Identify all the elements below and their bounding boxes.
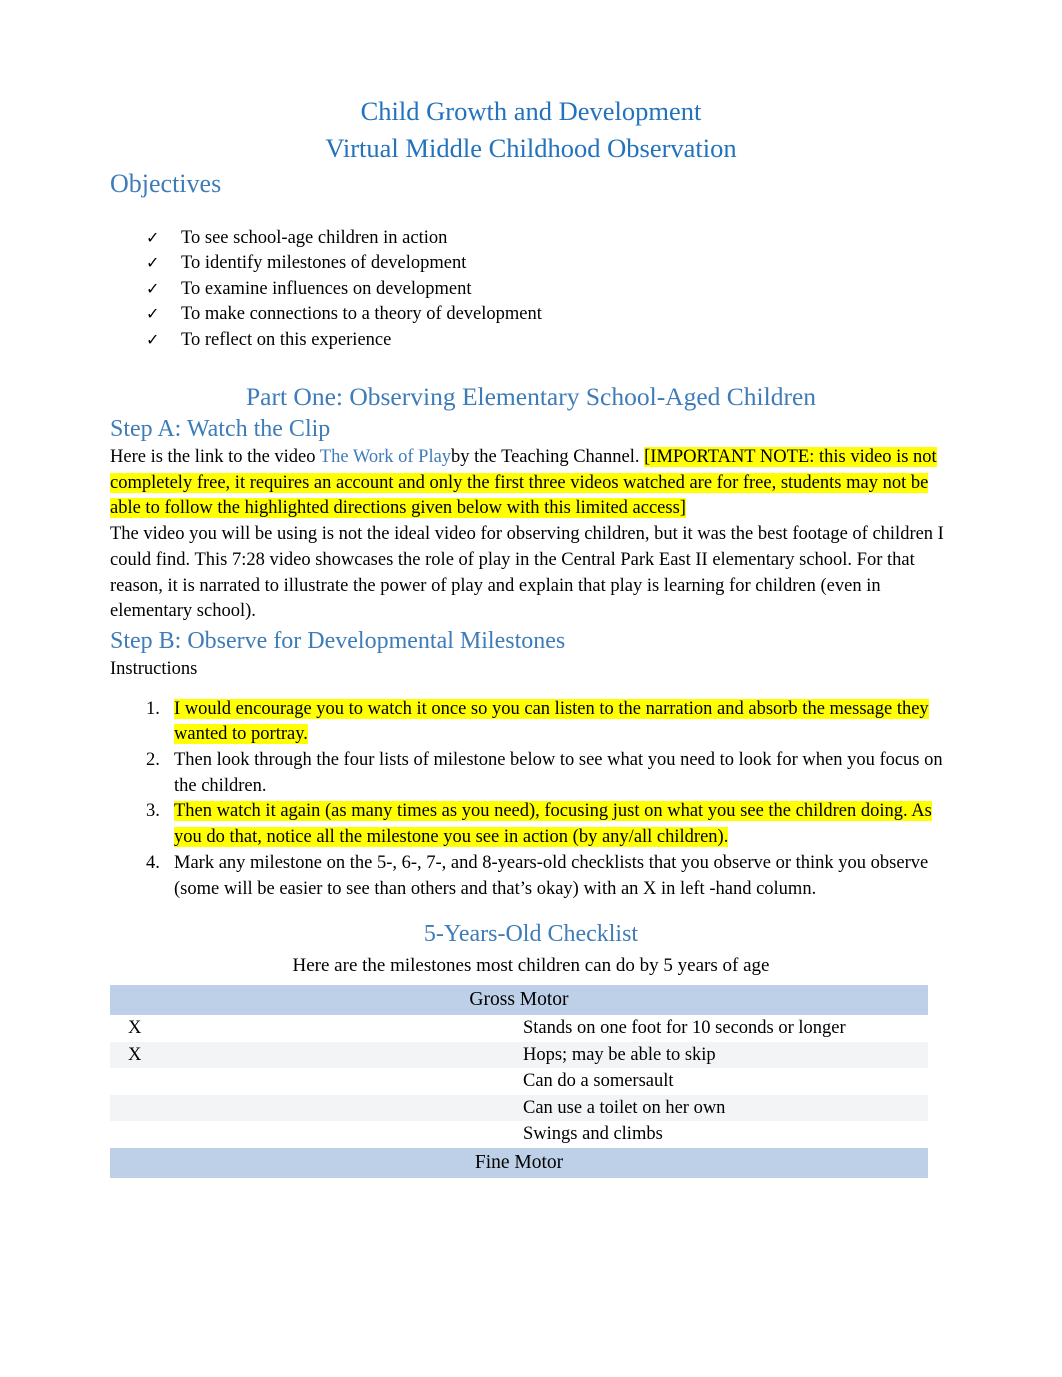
step-a-video-paragraph: The video you will be using is not the i… <box>110 524 944 622</box>
mark-cell[interactable] <box>110 1094 519 1122</box>
objective-text: To make connections to a theory of devel… <box>181 304 542 325</box>
instruction-text: Then look through the four lists of mile… <box>174 750 943 796</box>
milestone-checklist-table: Gross Motor X Stands on one foot for 10 … <box>110 985 928 1178</box>
table-row[interactable]: Can use a toilet on her own <box>110 1094 928 1122</box>
list-item: ✓ To see school-age children in action <box>110 226 952 251</box>
objective-text: To examine influences on development <box>181 278 472 299</box>
instruction-text: I would encourage you to watch it once s… <box>174 698 929 745</box>
step-a-link-paragraph: Here is the link to the video The Work o… <box>110 445 952 522</box>
list-item: I would encourage you to watch it once s… <box>110 697 952 748</box>
checklist-subtitle: Here are the milestones most children ca… <box>292 955 770 977</box>
step-a-heading: Step A: Watch the Clip <box>110 416 331 443</box>
instruction-text: Then watch it again (as many times as yo… <box>174 801 932 848</box>
description-cell: Swings and climbs <box>519 1121 928 1148</box>
objective-text: To identify milestones of development <box>181 253 467 274</box>
category-label: Fine Motor <box>110 1147 928 1178</box>
list-item: Then watch it again (as many times as yo… <box>110 799 952 850</box>
instruction-text: Mark any milestone on the 5-, 6-, 7-, an… <box>174 852 929 899</box>
mark-cell[interactable]: X <box>110 1015 519 1042</box>
instructions-list: I would encourage you to watch it once s… <box>110 697 952 903</box>
table-row[interactable]: Can do a somersault <box>110 1068 928 1095</box>
step-b-heading: Step B: Observe for Developmental Milest… <box>110 627 566 654</box>
list-item: ✓ To identify milestones of development <box>110 251 952 276</box>
check-icon: ✓ <box>146 331 160 349</box>
mark-cell[interactable] <box>110 1068 519 1095</box>
paragraph-mid: by the Teaching Channel. <box>451 447 645 468</box>
category-label: Gross Motor <box>110 985 928 1016</box>
objectives-list: ✓ To see school-age children in action ✓… <box>110 226 952 353</box>
check-icon: ✓ <box>146 230 160 247</box>
description-cell: Stands on one foot for 10 seconds or lon… <box>519 1015 928 1042</box>
paragraph-prefix: Here is the link to the video <box>110 447 320 468</box>
part-one-heading: Part One: Observing Elementary School-Ag… <box>245 382 817 412</box>
list-item: ✓ To make connections to a theory of dev… <box>110 302 952 327</box>
objective-text: To see school-age children in action <box>181 228 448 248</box>
check-icon: ✓ <box>146 306 160 324</box>
list-item: ✓ To reflect on this experience <box>110 328 952 353</box>
list-item: ✓ To examine influences on development <box>110 277 952 302</box>
check-icon: ✓ <box>146 255 160 273</box>
table-row[interactable]: Swings and climbs <box>110 1121 928 1148</box>
mark-cell[interactable] <box>110 1121 519 1148</box>
document-title-block: Child Growth and Development Virtual Mid… <box>110 0 952 167</box>
description-cell: Hops; may be able to skip <box>519 1041 928 1069</box>
objectives-heading: Objectives <box>110 169 222 198</box>
document-title-line-1: Child Growth and Development <box>360 96 702 126</box>
table-category-row: Gross Motor <box>110 985 928 1016</box>
description-cell: Can do a somersault <box>519 1068 928 1095</box>
table-row[interactable]: X Stands on one foot for 10 seconds or l… <box>110 1015 928 1042</box>
checklist-title: 5-Years-Old Checklist <box>423 921 639 948</box>
table-category-row: Fine Motor <box>110 1147 928 1178</box>
work-of-play-link[interactable]: The Work of Play <box>320 447 451 467</box>
instructions-label: Instructions <box>110 658 198 679</box>
document-title-line-2: Virtual Middle Childhood Observation <box>325 133 737 163</box>
description-cell: Can use a toilet on her own <box>519 1094 928 1122</box>
table-row[interactable]: X Hops; may be able to skip <box>110 1041 928 1069</box>
document-content: Child Growth and Development Virtual Mid… <box>110 0 952 1178</box>
check-icon: ✓ <box>146 280 160 298</box>
document-page: Child Growth and Development Virtual Mid… <box>0 0 1062 1377</box>
objective-text: To reflect on this experience <box>181 329 392 350</box>
mark-cell[interactable]: X <box>110 1041 519 1069</box>
list-item: Then look through the four lists of mile… <box>110 748 952 799</box>
list-item: Mark any milestone on the 5-, 6-, 7-, an… <box>110 851 952 902</box>
